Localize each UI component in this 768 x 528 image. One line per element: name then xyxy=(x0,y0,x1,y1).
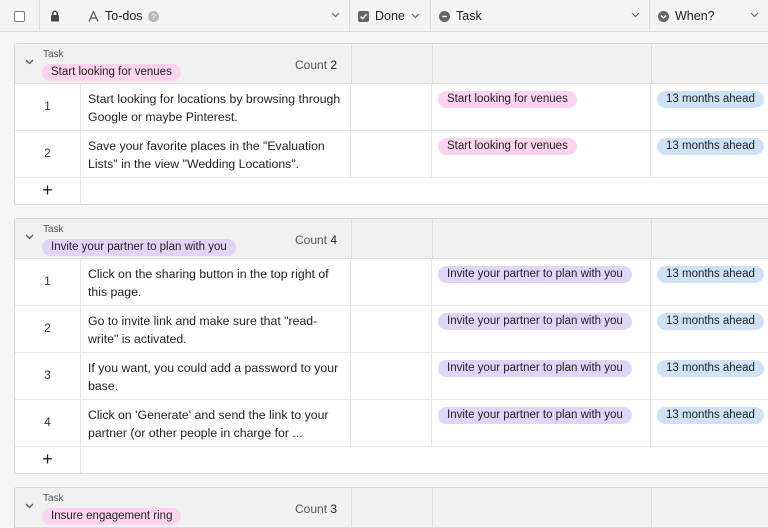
todo-cell[interactable]: Click on the sharing button in the top r… xyxy=(81,259,351,305)
when-cell[interactable]: 13 months ahead xyxy=(651,400,768,446)
todo-cell[interactable]: Go to invite link and make sure that "re… xyxy=(81,306,351,352)
group-task-chip: Start looking for venues xyxy=(42,64,181,81)
task-cell[interactable]: Start looking for venues xyxy=(432,84,651,130)
table-row[interactable]: 1 Start looking for locations by browsin… xyxy=(15,84,768,131)
select-all-cell[interactable] xyxy=(0,0,40,32)
group-header[interactable]: Task Invite your partner to plan with yo… xyxy=(15,219,768,259)
row-number: 1 xyxy=(15,259,81,305)
lock-cell xyxy=(40,0,69,32)
todo-cell[interactable]: If you want, you could add a password to… xyxy=(81,353,351,399)
table-row[interactable]: 3 If you want, you could add a password … xyxy=(15,353,768,400)
todo-cell[interactable]: Click on 'Generate' and send the link to… xyxy=(81,400,351,446)
group-insure-engagement-ring: Task Insure engagement ring Count 3 xyxy=(14,487,768,528)
lookup-icon xyxy=(658,10,669,22)
chevron-down-icon[interactable] xyxy=(631,12,640,18)
chevron-down-icon[interactable] xyxy=(25,234,34,240)
add-record-button[interactable]: + xyxy=(15,447,81,473)
lock-icon xyxy=(50,10,59,22)
count-label: Count xyxy=(295,233,328,247)
task-cell[interactable]: Start looking for venues xyxy=(432,131,651,177)
group-task-chip: Invite your partner to plan with you xyxy=(42,239,236,256)
table-row[interactable]: 4 Click on 'Generate' and send the link … xyxy=(15,400,768,447)
count-value: 2 xyxy=(330,58,338,72)
link-icon xyxy=(439,10,450,22)
chevron-down-icon[interactable] xyxy=(25,503,34,509)
task-chip: Start looking for venues xyxy=(438,138,577,155)
when-chip: 13 months ahead xyxy=(657,360,764,377)
group-count: Count 2 xyxy=(295,58,337,72)
add-record-button[interactable]: + xyxy=(15,178,81,204)
select-all-checkbox[interactable] xyxy=(14,10,25,22)
task-cell[interactable]: Invite your partner to plan with you xyxy=(432,400,651,446)
column-label-done: Done xyxy=(375,9,405,23)
done-cell[interactable] xyxy=(351,84,432,130)
table-row[interactable]: 1 Click on the sharing button in the top… xyxy=(15,259,768,306)
table-row[interactable]: 2 Save your favorite places in the "Eval… xyxy=(15,131,768,178)
when-cell[interactable]: 13 months ahead xyxy=(651,131,768,177)
group-header[interactable]: Task Start looking for venues Count 2 xyxy=(15,44,768,84)
task-chip: Invite your partner to plan with you xyxy=(438,266,632,283)
row-number: 2 xyxy=(15,306,81,352)
column-header-done[interactable]: Done xyxy=(350,0,431,32)
todo-cell[interactable]: Start looking for locations by browsing … xyxy=(81,84,351,130)
chevron-down-icon[interactable] xyxy=(411,13,420,19)
column-label-task: Task xyxy=(456,9,482,23)
svg-text:?: ? xyxy=(151,12,156,21)
row-number: 2 xyxy=(15,131,81,177)
when-chip: 13 months ahead xyxy=(657,266,764,283)
when-cell[interactable]: 13 months ahead xyxy=(651,84,768,130)
when-chip: 13 months ahead xyxy=(657,407,764,424)
row-number: 4 xyxy=(15,400,81,446)
add-record-row[interactable]: + xyxy=(15,447,768,473)
group-header[interactable]: Task Insure engagement ring Count 3 xyxy=(15,488,768,528)
column-header-task[interactable]: Task xyxy=(431,0,650,32)
chevron-down-icon[interactable] xyxy=(331,12,340,18)
row-number: 3 xyxy=(15,353,81,399)
task-chip: Invite your partner to plan with you xyxy=(438,407,632,424)
checkbox-icon xyxy=(358,10,369,22)
task-chip: Start looking for venues xyxy=(438,91,577,108)
task-chip: Invite your partner to plan with you xyxy=(438,313,632,330)
when-cell[interactable]: 13 months ahead xyxy=(651,353,768,399)
count-label: Count xyxy=(295,58,328,72)
column-header-todos[interactable]: To-dos ? xyxy=(80,0,350,32)
text-icon xyxy=(88,10,99,22)
group-field-label: Task xyxy=(43,224,64,235)
when-cell[interactable]: 13 months ahead xyxy=(651,259,768,305)
column-label-when: When? xyxy=(675,9,715,23)
done-cell[interactable] xyxy=(351,353,432,399)
group-task-chip: Insure engagement ring xyxy=(42,508,182,525)
group-count: Count 3 xyxy=(295,502,337,516)
chevron-down-icon[interactable] xyxy=(750,12,759,18)
help-icon[interactable]: ? xyxy=(147,10,159,22)
add-record-row[interactable]: + xyxy=(15,178,768,204)
when-chip: 13 months ahead xyxy=(657,138,764,155)
chevron-down-icon[interactable] xyxy=(25,59,34,65)
group-count: Count 4 xyxy=(295,233,337,247)
column-label-todos: To-dos xyxy=(105,9,143,23)
task-cell[interactable]: Invite your partner to plan with you xyxy=(432,259,651,305)
done-cell[interactable] xyxy=(351,400,432,446)
done-cell[interactable] xyxy=(351,259,432,305)
task-cell[interactable]: Invite your partner to plan with you xyxy=(432,353,651,399)
done-cell[interactable] xyxy=(351,131,432,177)
task-chip: Invite your partner to plan with you xyxy=(438,360,632,377)
group-field-label: Task xyxy=(43,49,64,60)
done-cell[interactable] xyxy=(351,306,432,352)
when-chip: 13 months ahead xyxy=(657,313,764,330)
count-value: 4 xyxy=(330,233,338,247)
group-start-looking-for-venues: Task Start looking for venues Count 2 1 … xyxy=(14,43,768,205)
column-header-when[interactable]: When? xyxy=(650,0,768,32)
todo-cell[interactable]: Save your favorite places in the "Evalua… xyxy=(81,131,351,177)
task-cell[interactable]: Invite your partner to plan with you xyxy=(432,306,651,352)
row-number: 1 xyxy=(15,84,81,130)
when-chip: 13 months ahead xyxy=(657,91,764,108)
when-cell[interactable]: 13 months ahead xyxy=(651,306,768,352)
group-invite-your-partner: Task Invite your partner to plan with yo… xyxy=(14,218,768,474)
count-value: 3 xyxy=(330,502,338,516)
group-field-label: Task xyxy=(43,493,64,504)
table-row[interactable]: 2 Go to invite link and make sure that "… xyxy=(15,306,768,353)
count-label: Count xyxy=(295,502,328,516)
grid-header: To-dos ? Done Task When? xyxy=(0,0,768,32)
